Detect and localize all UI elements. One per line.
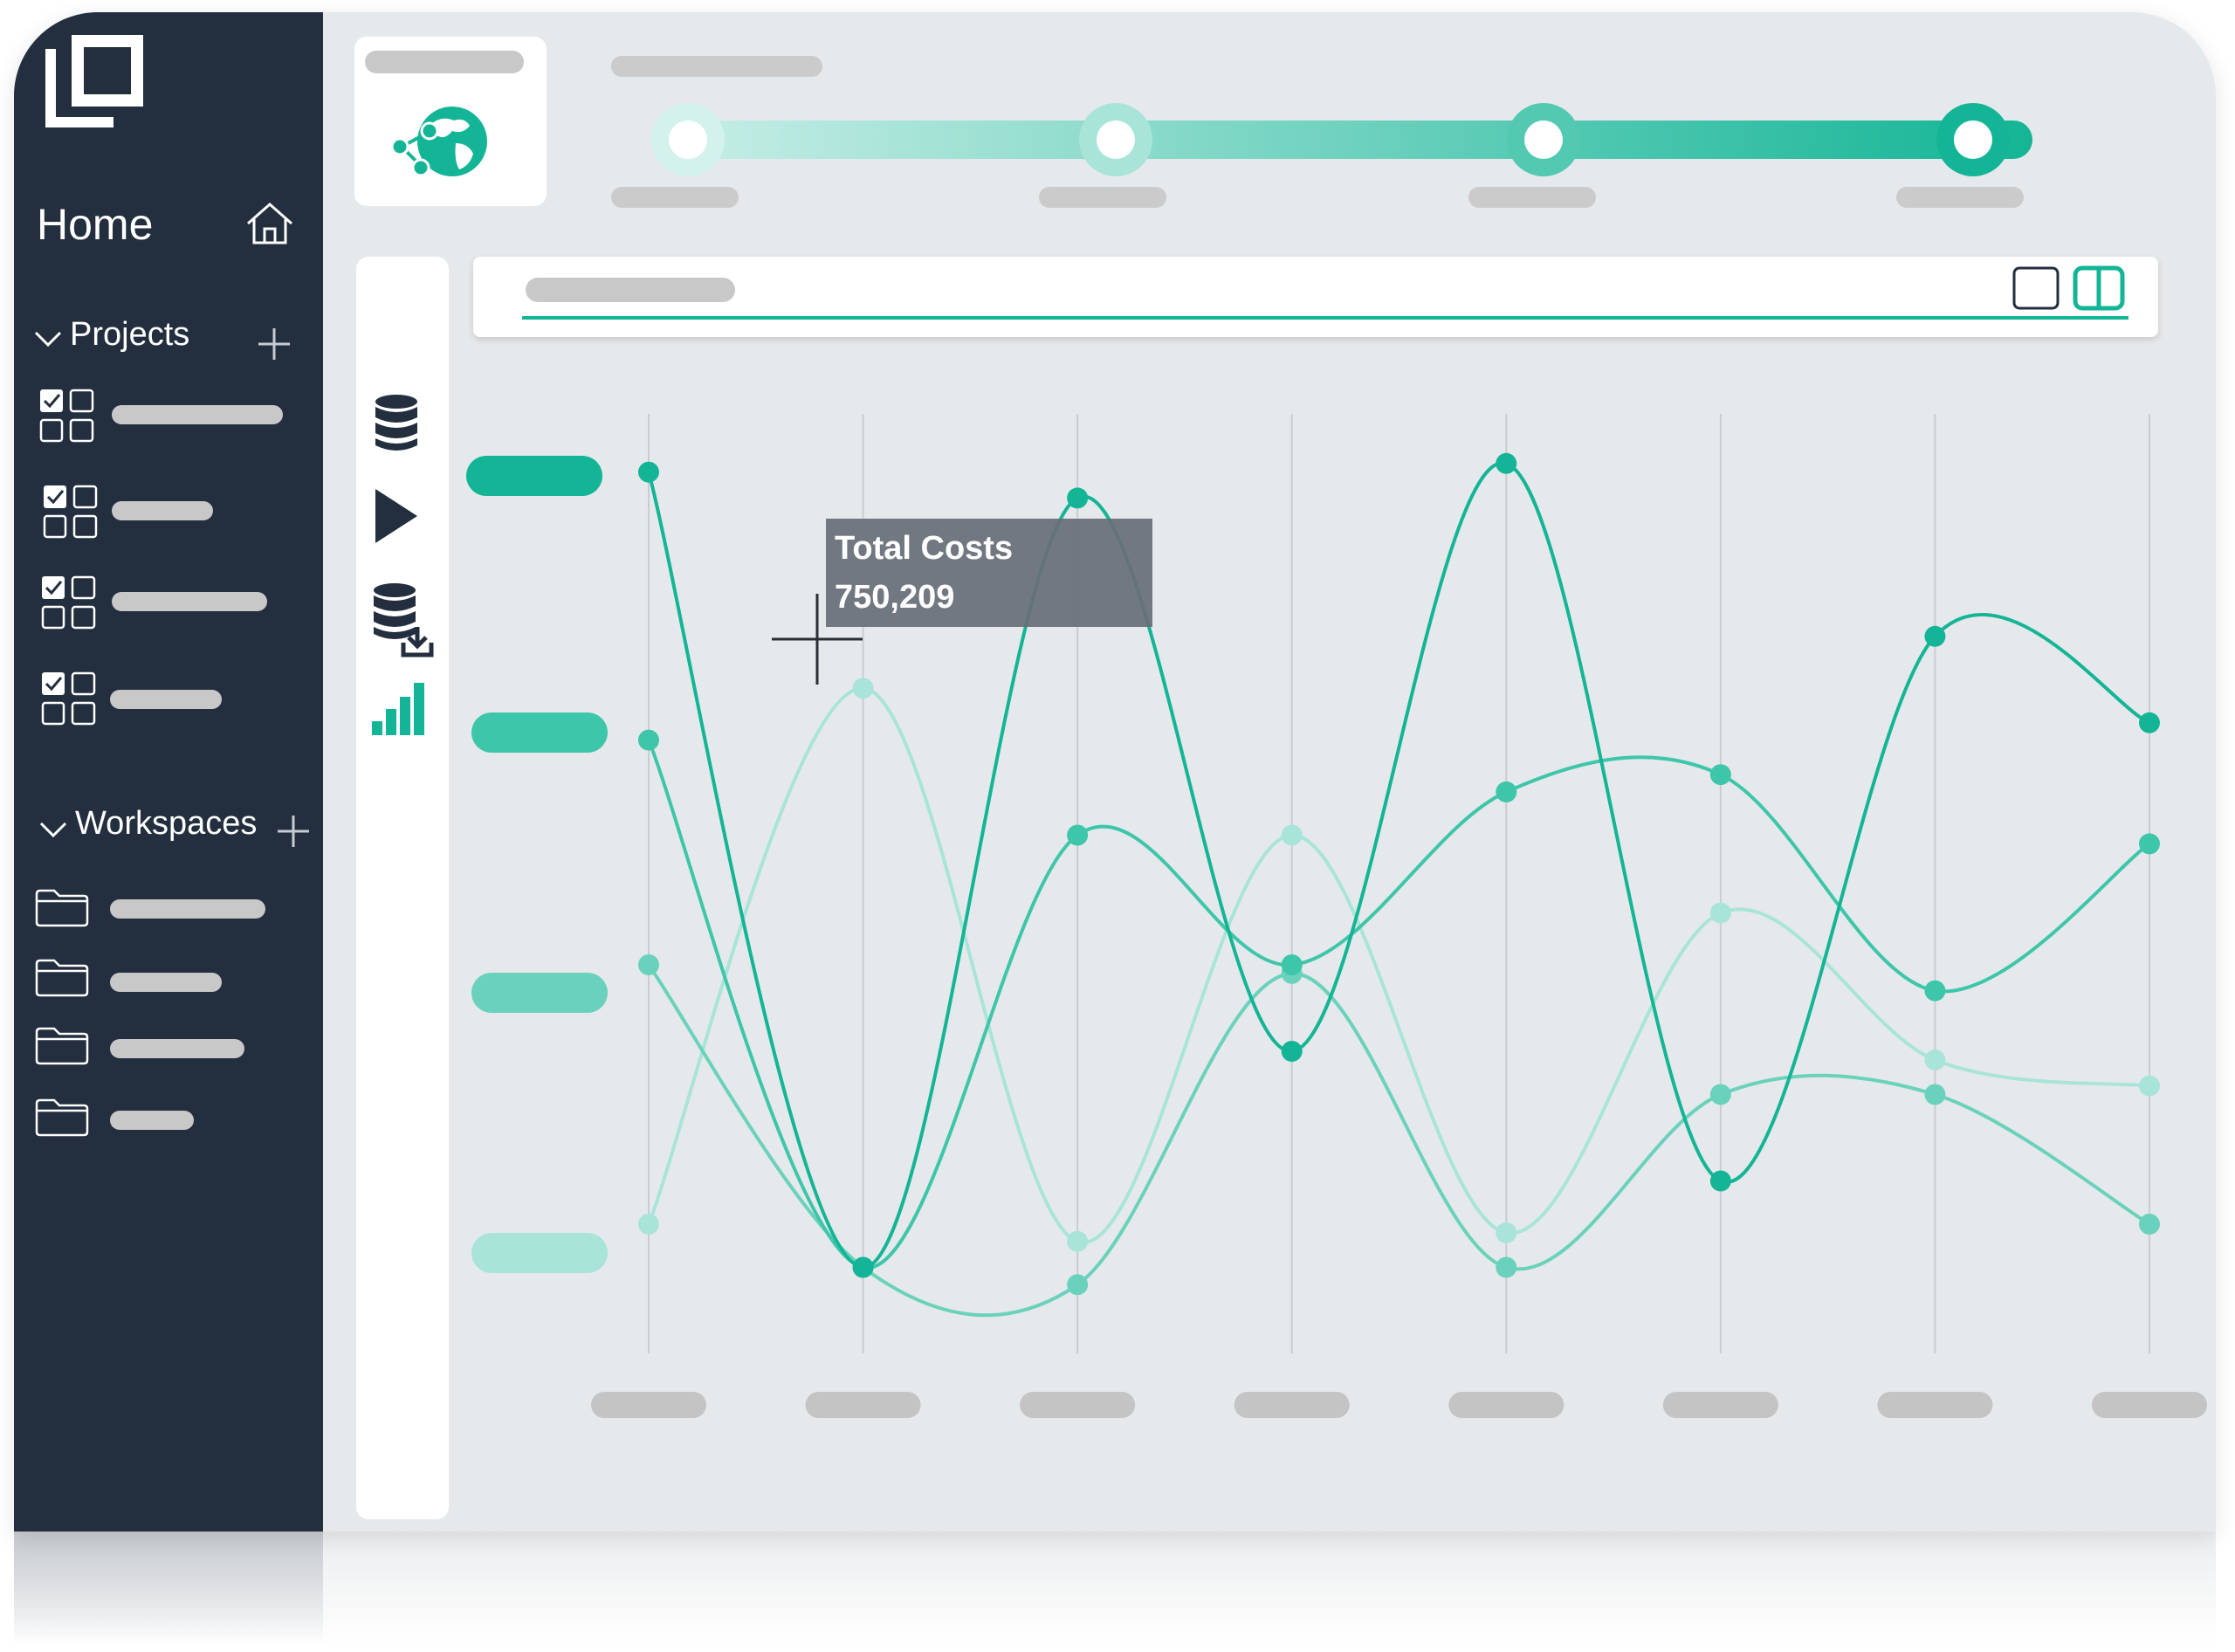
line-chart[interactable] [14, 12, 2216, 1532]
series-1-point[interactable] [852, 1256, 874, 1278]
x-tick-label-placeholder [1234, 1392, 1350, 1418]
x-tick-label-placeholder [805, 1392, 921, 1418]
chart-tooltip: Total Costs 750,209 [826, 519, 1152, 627]
series-3-point[interactable] [1067, 1274, 1089, 1296]
series-2-point[interactable] [1496, 781, 1517, 802]
series-1-point[interactable] [1496, 452, 1517, 474]
series-1-point[interactable] [1281, 1041, 1303, 1062]
series-3-point[interactable] [638, 954, 659, 975]
series-2-point[interactable] [1709, 764, 1731, 786]
series-1-point[interactable] [2139, 712, 2160, 733]
app-window: Home Projects Workspaces Total Costs 750… [14, 12, 2216, 1532]
x-tick-label-placeholder [591, 1392, 706, 1418]
series-1-point[interactable] [1067, 487, 1089, 509]
series-3-point[interactable] [1709, 1084, 1731, 1105]
series-3-point[interactable] [1924, 1084, 1946, 1105]
series-2-point[interactable] [638, 729, 659, 751]
tooltip-value: 750,209 [835, 579, 955, 616]
series-4-point[interactable] [1281, 824, 1303, 846]
series-2-point[interactable] [2139, 833, 2160, 855]
series-3-point[interactable] [1496, 1256, 1517, 1278]
series-1-point[interactable] [638, 461, 659, 483]
series-4-point[interactable] [2139, 1075, 2160, 1097]
series-4-point[interactable] [638, 1214, 659, 1235]
series-1-point[interactable] [1709, 1170, 1731, 1192]
series-2-point[interactable] [1067, 824, 1089, 846]
x-tick-label-placeholder [2092, 1392, 2207, 1418]
series-4-point[interactable] [1067, 1230, 1089, 1252]
x-tick-label-placeholder [1662, 1392, 1778, 1418]
tooltip-title: Total Costs [835, 530, 1014, 567]
series-4-point[interactable] [1924, 1049, 1946, 1070]
series-1-point[interactable] [1924, 625, 1946, 647]
series-3-point[interactable] [2139, 1214, 2160, 1235]
series-4-line[interactable] [647, 686, 2150, 1244]
series-2-point[interactable] [1281, 954, 1303, 975]
x-tick-label-placeholder [1877, 1392, 1993, 1418]
x-tick-label-placeholder [1020, 1392, 1136, 1418]
series-4-point[interactable] [1709, 902, 1731, 924]
series-2-point[interactable] [1924, 980, 1946, 1002]
x-tick-label-placeholder [1448, 1392, 1564, 1418]
series-4-point[interactable] [1496, 1222, 1517, 1243]
series-2-line[interactable] [647, 739, 2151, 1270]
